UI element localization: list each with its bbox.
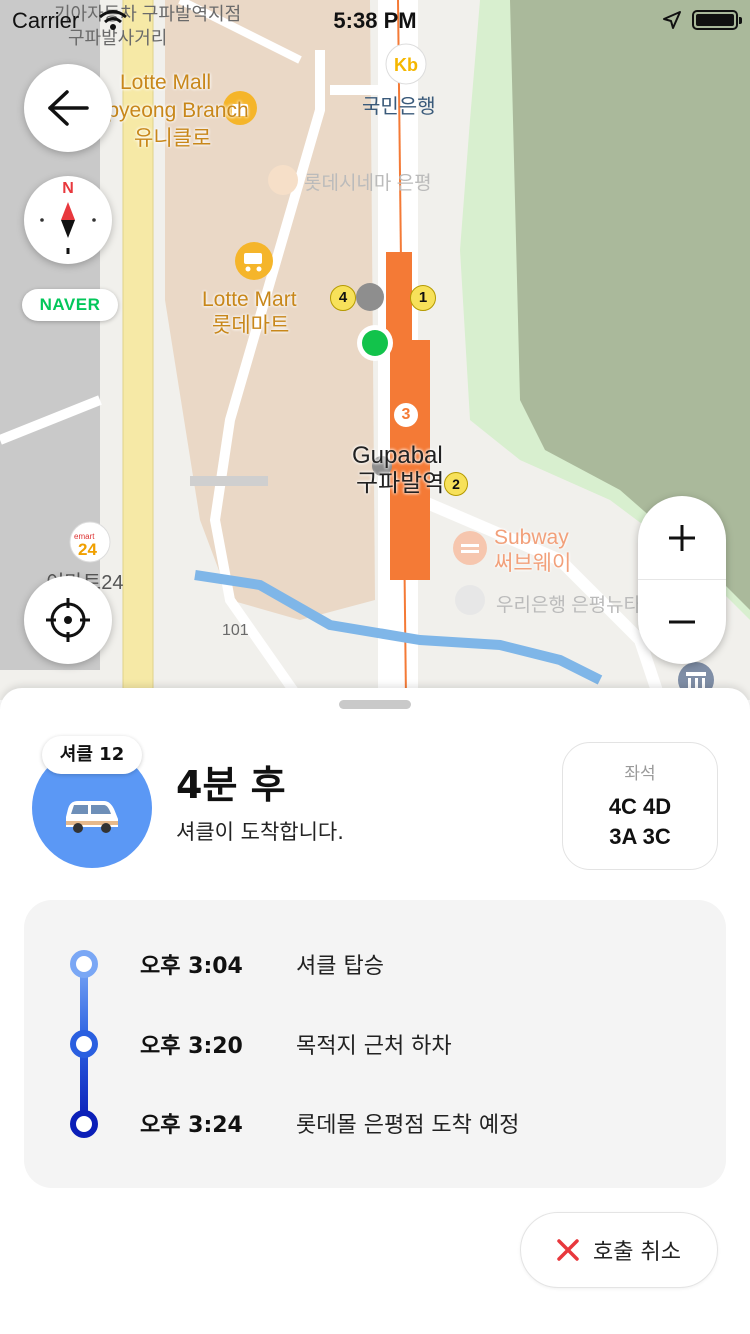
ride-status-sheet: 셔클 12 4분 후 셔클이 도착합니다. 좌석 4C 4D 3A 3C 오후 … bbox=[0, 688, 750, 1334]
map-label-faded-bank: 롯데시네마 은평 bbox=[304, 173, 432, 194]
eta-title: 4분 후 bbox=[176, 763, 286, 807]
naver-logo: NAVER bbox=[22, 289, 118, 321]
location-arrow-icon bbox=[663, 11, 681, 29]
map-label-faded-right: 우리은행 은평뉴타운 bbox=[496, 595, 659, 616]
map-label-subway-ko: 써브웨이 bbox=[494, 552, 572, 575]
trip-timeline: 오후 3:04 셔클 탑승 오후 3:20 목적지 근처 하차 오후 3:24 … bbox=[24, 900, 726, 1188]
seat-label: 좌석 bbox=[624, 764, 656, 784]
zoom-out-button[interactable] bbox=[638, 580, 726, 664]
compass-north-label: N bbox=[62, 180, 74, 197]
seat-info-card: 좌석 4C 4D 3A 3C bbox=[562, 742, 718, 870]
plus-icon bbox=[669, 524, 695, 551]
zoom-control bbox=[638, 496, 726, 664]
eta-subtitle: 셔클이 도착합니다. bbox=[176, 820, 344, 844]
map-label-uniqlo: 유니클로 bbox=[134, 127, 212, 150]
map-label-station-en: Gupabal bbox=[352, 442, 443, 469]
timeline-description: 목적지 근처 하차 bbox=[296, 1034, 452, 1059]
exit-marker-2[interactable]: 2 bbox=[444, 472, 468, 496]
timeline-time: 오후 3:04 bbox=[140, 954, 243, 979]
zoom-in-button[interactable] bbox=[638, 496, 726, 580]
close-icon bbox=[557, 1239, 579, 1261]
map-label-subway-en: Subway bbox=[494, 526, 569, 549]
timeline-dot-start bbox=[70, 950, 98, 978]
exit-marker-3[interactable]: 3 bbox=[392, 401, 420, 429]
timeline-description: 롯데몰 은평점 도착 예정 bbox=[296, 1113, 520, 1138]
seat-numbers-row: 4C 4D bbox=[608, 794, 672, 819]
current-location-button[interactable] bbox=[24, 576, 112, 664]
map-label-lotte-mart-ko: 롯데마트 bbox=[212, 314, 290, 337]
back-arrow-icon bbox=[48, 90, 89, 126]
sheet-grabber[interactable] bbox=[339, 700, 411, 709]
timeline-description: 셔클 탑승 bbox=[296, 954, 384, 979]
van-icon bbox=[66, 801, 118, 833]
cancel-call-button[interactable]: 호출 취소 bbox=[520, 1212, 718, 1288]
map-label-station-ko: 구파발역 bbox=[356, 470, 445, 497]
map-label-lotte-mart-en: Lotte Mart bbox=[202, 288, 297, 311]
vehicle-number-badge: 셔클 12 bbox=[42, 736, 142, 774]
status-bar: Carrier 5:38 PM bbox=[0, 0, 750, 40]
map-label-building-101: 101 bbox=[222, 622, 249, 639]
map-label-kookmin-bank: 국민은행 bbox=[362, 96, 436, 118]
map-label-lotte-mall-en: Lotte Mall bbox=[120, 71, 212, 94]
compass-button[interactable]: N bbox=[24, 176, 112, 264]
timeline-time: 오후 3:20 bbox=[140, 1034, 243, 1059]
seat-numbers-row: 3A 3C bbox=[609, 824, 671, 849]
timeline-time: 오후 3:24 bbox=[140, 1113, 243, 1138]
exit-marker-1[interactable]: 1 bbox=[410, 285, 436, 311]
svg-text:Kb: Kb bbox=[394, 55, 418, 75]
exit-marker-4[interactable]: 4 bbox=[330, 285, 356, 311]
battery-icon bbox=[692, 10, 742, 30]
minus-icon bbox=[669, 620, 695, 624]
crosshair-icon bbox=[46, 598, 90, 642]
back-button[interactable] bbox=[24, 64, 112, 152]
status-time: 5:38 PM bbox=[333, 8, 417, 33]
cancel-call-label: 호출 취소 bbox=[593, 1240, 681, 1265]
emart-badge-number: 24 bbox=[78, 540, 97, 559]
timeline-dot-mid bbox=[70, 1030, 98, 1058]
timeline-dot-end bbox=[70, 1110, 98, 1138]
